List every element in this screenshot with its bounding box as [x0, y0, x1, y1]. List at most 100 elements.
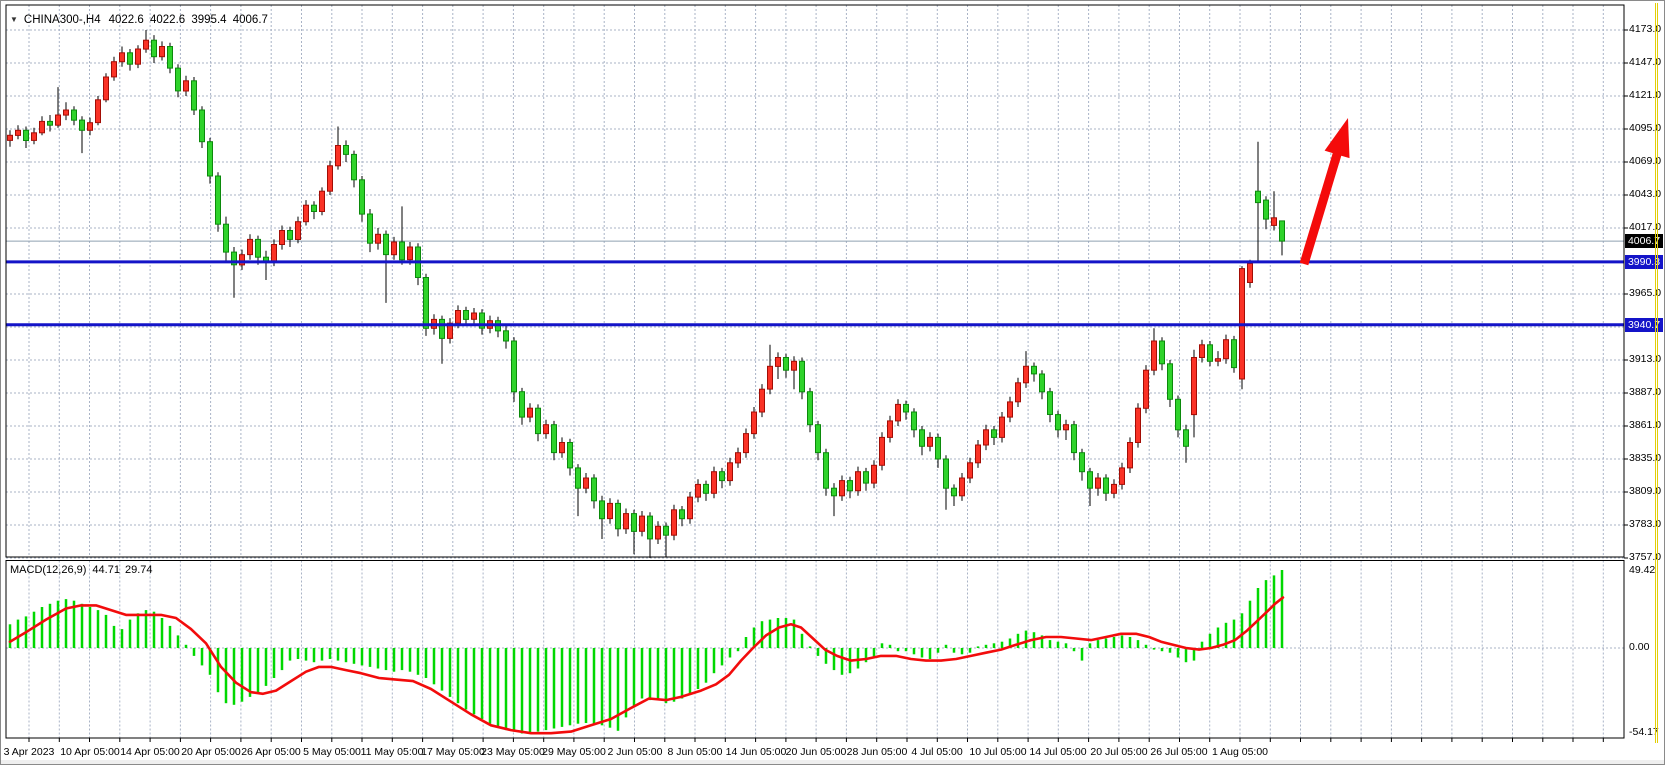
macd-bar	[569, 648, 572, 725]
candle	[664, 526, 669, 535]
candle	[560, 443, 565, 453]
macd-bar	[1073, 648, 1076, 651]
macd-bar	[513, 648, 516, 732]
macd-bar	[169, 626, 172, 648]
time-axis-label: 26 Apr 05:00	[241, 746, 301, 758]
candle	[1248, 264, 1253, 283]
time-axis-label: 17 May 05:00	[421, 746, 485, 758]
candle	[744, 434, 749, 453]
candle	[632, 514, 637, 532]
candle	[1152, 341, 1157, 370]
candle	[1024, 366, 1029, 383]
macd-bar	[57, 601, 60, 648]
candle	[176, 68, 181, 91]
macd-bar	[41, 607, 44, 648]
candle	[872, 465, 877, 483]
candle	[1256, 191, 1261, 202]
macd-bar	[777, 618, 780, 648]
macd-bar	[217, 648, 220, 692]
macd-bar	[913, 648, 916, 654]
candle	[712, 472, 717, 494]
candle	[1192, 358, 1197, 415]
candle	[944, 459, 949, 488]
candle	[640, 516, 645, 531]
candle	[1016, 383, 1021, 402]
macd-bar	[1249, 601, 1252, 648]
macd-bar	[425, 648, 428, 678]
macd-bar	[65, 599, 68, 648]
candle	[1280, 221, 1285, 241]
candle	[1048, 392, 1053, 415]
candle	[472, 313, 477, 319]
macd-bar	[961, 648, 964, 654]
candle	[864, 472, 869, 483]
candle	[368, 214, 373, 243]
candle	[960, 478, 965, 496]
candle	[728, 463, 733, 481]
time-axis-label: 20 Apr 05:00	[181, 746, 241, 758]
macd-values-label: 44.71 29.74	[92, 564, 152, 576]
time-axis-label: 14 Apr 05:00	[120, 746, 180, 758]
collapse-chevron-icon[interactable]: ▼	[10, 15, 18, 24]
chart-title: ▼CHINA300-,H44022.6 4022.6 3995.4 4006.7	[10, 14, 268, 26]
macd-bar	[545, 648, 548, 730]
candle	[616, 503, 621, 528]
candle	[464, 311, 469, 320]
candle	[400, 242, 405, 260]
macd-bar	[289, 648, 292, 661]
candle	[856, 472, 861, 491]
candle	[720, 472, 725, 481]
macd-bar	[857, 648, 860, 669]
candle	[112, 62, 117, 77]
macd-bar	[1049, 640, 1052, 648]
candle	[160, 47, 165, 57]
macd-bar	[1065, 643, 1068, 648]
macd-bar	[665, 648, 668, 703]
candle	[120, 53, 125, 62]
macd-bar	[265, 648, 268, 686]
macd-bar	[977, 646, 980, 648]
candle	[328, 166, 333, 191]
macd-bar	[9, 624, 12, 648]
macd-bar	[321, 648, 324, 661]
macd-bar	[657, 648, 660, 699]
macd-bar	[137, 613, 140, 648]
macd-bar	[785, 618, 788, 648]
candle	[760, 389, 765, 412]
candle	[32, 133, 37, 141]
symbol-period-label: CHINA300-,H4	[24, 14, 101, 26]
macd-bar	[921, 648, 924, 658]
macd-bar	[225, 648, 228, 703]
macd-bar	[17, 620, 20, 648]
candle	[1128, 443, 1133, 468]
macd-bar	[1273, 575, 1276, 648]
macd-bar	[649, 648, 652, 700]
macd-bar	[49, 604, 52, 648]
candle	[216, 176, 221, 224]
time-axis-label: 29 May 05:00	[542, 746, 606, 758]
candle	[1168, 364, 1173, 400]
macd-bar	[129, 620, 132, 648]
macd-bar	[393, 648, 396, 672]
macd-bar	[929, 648, 932, 659]
macd-bar	[889, 645, 892, 648]
up-arrow-annotation[interactable]	[1300, 118, 1350, 265]
candle	[1272, 218, 1277, 226]
window-edge-accent	[1655, 3, 1656, 743]
macd-bar	[881, 643, 884, 648]
macd-bar	[697, 648, 700, 689]
macd-bar	[721, 648, 724, 665]
candle	[256, 239, 261, 257]
time-axis-label: 11 May 05:00	[361, 746, 424, 758]
candle	[1040, 374, 1045, 392]
macd-bar	[1169, 648, 1172, 653]
time-axis-label: 10 Jul 05:00	[969, 746, 1026, 758]
candle	[1232, 340, 1237, 368]
main-panel-frame	[6, 5, 1624, 557]
macd-bar	[673, 648, 676, 702]
time-axis-label: 2 Jun 05:00	[608, 746, 663, 758]
macd-bar	[1001, 642, 1004, 648]
macd-bar	[1209, 634, 1212, 648]
candle	[72, 110, 77, 120]
candle	[440, 319, 445, 338]
